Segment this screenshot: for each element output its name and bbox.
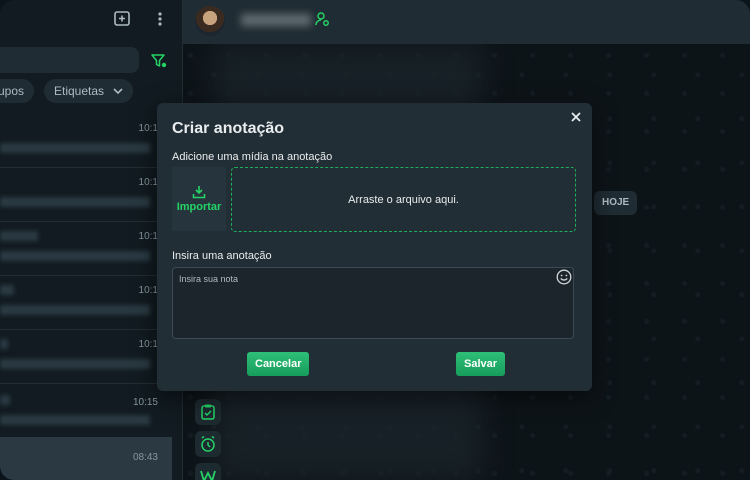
chip-etiquetas-label: Etiquetas	[54, 84, 105, 98]
chip-grupos-label: rupos	[0, 84, 25, 98]
create-note-dialog: Criar anotação Adicione uma mídia na ano…	[157, 103, 592, 391]
list-item[interactable]: 10:1	[0, 221, 172, 276]
date-badge: HOJE	[594, 191, 638, 215]
chat-list-header	[0, 0, 182, 40]
cancel-button[interactable]: Cancelar	[247, 352, 310, 376]
message-preview	[0, 143, 150, 153]
contact-name	[0, 339, 8, 349]
contact-name	[0, 285, 14, 295]
contact-status-icon[interactable]	[314, 11, 330, 27]
chip-grupos[interactable]: rupos	[0, 79, 35, 103]
chip-etiquetas[interactable]: Etiquetas	[44, 79, 134, 103]
list-item[interactable]: 10:1	[0, 329, 172, 384]
list-item[interactable]: 10:1	[0, 167, 172, 222]
dialog-title: Criar anotação	[172, 120, 285, 137]
message-preview	[0, 359, 150, 369]
message-preview	[0, 251, 150, 261]
chat-time: 08:43	[132, 452, 158, 463]
app-window: rupos Etiquetas 10:1 10:1 10:1 10:1 10:1	[0, 0, 750, 480]
clipboard-icon[interactable]	[195, 399, 221, 425]
list-item[interactable]: 10:1	[0, 113, 172, 168]
list-item[interactable]: 10:1	[0, 275, 172, 330]
chat-time: 10:1	[138, 285, 158, 296]
logo-icon[interactable]	[195, 463, 221, 480]
list-item[interactable]: 10:15	[0, 383, 172, 438]
contact-name	[0, 395, 10, 405]
list-item-selected[interactable]: 08:43	[0, 437, 172, 480]
save-button[interactable]: Salvar	[456, 352, 506, 376]
alarm-icon[interactable]	[195, 431, 221, 457]
chat-time: 10:1	[138, 339, 158, 350]
chat-time: 10:1	[138, 123, 158, 134]
download-icon	[192, 185, 206, 199]
note-label: Insira uma anotação	[172, 250, 272, 262]
contact-name-blurred[interactable]	[241, 14, 311, 26]
chevron-down-icon	[113, 79, 123, 103]
import-button[interactable]: Importar	[172, 167, 226, 231]
conversation-header	[183, 0, 750, 44]
media-label: Adicione uma mídia na anotação	[172, 151, 333, 163]
note-textarea[interactable]	[172, 267, 574, 339]
close-icon[interactable]	[568, 111, 584, 127]
search-input[interactable]	[0, 47, 139, 73]
chat-time: 10:15	[132, 397, 158, 408]
filter-icon[interactable]	[150, 52, 168, 70]
avatar[interactable]	[195, 6, 225, 36]
menu-icon[interactable]	[150, 10, 170, 30]
message-preview	[0, 415, 150, 425]
new-chat-icon[interactable]	[112, 10, 132, 30]
file-dropzone[interactable]: Arraste o arquivo aqui.	[231, 167, 576, 232]
import-label: Importar	[176, 201, 222, 213]
chat-list-panel: rupos Etiquetas 10:1 10:1 10:1 10:1 10:1	[0, 0, 183, 480]
message-preview	[0, 305, 150, 315]
dropzone-text: Arraste o arquivo aqui.	[348, 193, 459, 206]
message-preview	[0, 197, 150, 207]
chat-time: 10:1	[138, 231, 158, 242]
emoji-icon[interactable]	[556, 269, 572, 285]
contact-name	[0, 231, 38, 241]
chat-time: 10:1	[138, 177, 158, 188]
